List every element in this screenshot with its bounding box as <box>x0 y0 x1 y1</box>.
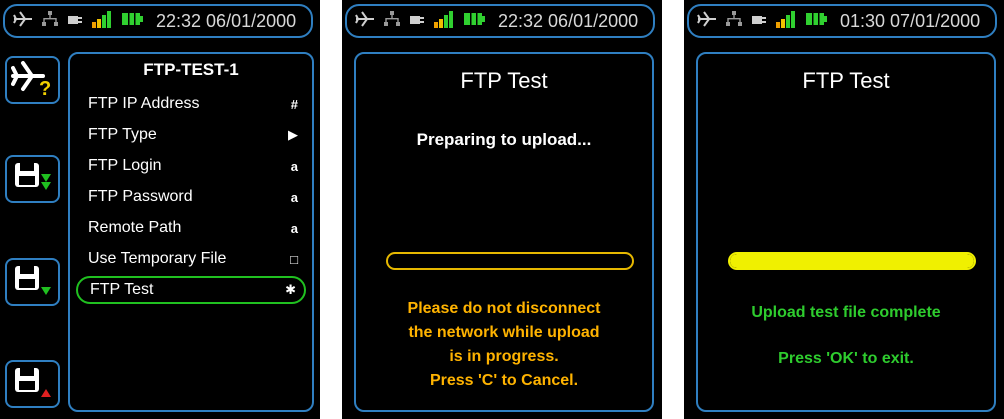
menu-item-ftp-password[interactable]: FTP Password a <box>76 183 306 211</box>
menu-item-label: FTP Type <box>88 126 157 143</box>
cancel-instruction: Press 'C' to Cancel. <box>429 372 579 389</box>
text-entry-icon: a <box>290 220 298 236</box>
plug-icon <box>751 12 767 31</box>
battery-icon <box>463 12 485 31</box>
status-bar: 22:32 06/01/2000 <box>3 4 313 38</box>
menu-item-remote-path[interactable]: Remote Path a <box>76 214 306 242</box>
status-message: Preparing to upload... <box>416 130 592 149</box>
status-bar: 22:32 06/01/2000 <box>345 4 655 38</box>
gear-icon: ✱ <box>285 282 296 297</box>
menu-title: FTP-TEST-1 <box>143 60 239 79</box>
airplane-icon <box>355 10 375 33</box>
load-button[interactable] <box>5 155 60 203</box>
signal-bars-icon <box>776 10 796 33</box>
ftp-settings-menu: FTP-TEST-1 FTP IP Address # FTP Type ▶ F… <box>68 52 314 412</box>
menu-item-ftp-type[interactable]: FTP Type ▶ <box>76 121 306 149</box>
menu-item-label: FTP IP Address <box>88 95 200 112</box>
page-title: FTP Test <box>460 68 548 93</box>
battery-icon <box>121 12 143 31</box>
plug-icon <box>409 12 425 31</box>
battery-icon <box>805 12 827 31</box>
warning-line-2: the network while upload <box>408 324 600 341</box>
save-download-icon <box>11 158 55 201</box>
network-icon <box>384 10 400 32</box>
ftp-test-panel: FTP Test Preparing to upload... Please d… <box>354 52 654 412</box>
menu-item-label: Remote Path <box>88 219 182 236</box>
upload-progress-bar <box>386 252 634 270</box>
progress-fill <box>730 254 974 268</box>
status-bar: 01:30 07/01/2000 <box>687 4 997 38</box>
delete-button[interactable] <box>5 360 60 408</box>
signal-bars-icon <box>434 10 454 33</box>
hash-icon: # <box>290 96 298 112</box>
menu-item-label: FTP Login <box>88 157 162 174</box>
clock-time: 22:32 06/01/2000 <box>156 10 297 31</box>
plug-icon <box>67 12 83 31</box>
text-entry-icon: a <box>290 158 298 174</box>
signal-bars-icon <box>92 10 112 33</box>
svg-text:?: ? <box>39 78 51 97</box>
menu-item-ftp-login[interactable]: FTP Login a <box>76 152 306 180</box>
save-upload-icon <box>11 363 55 406</box>
arrow-right-icon: ▶ <box>288 127 298 142</box>
clock-time: 01:30 07/01/2000 <box>840 10 981 31</box>
menu-item-ftp-ip-address[interactable]: FTP IP Address # <box>76 90 306 118</box>
warning-line-1: Please do not disconnect <box>407 300 601 317</box>
menu-item-label: FTP Password <box>88 188 193 205</box>
help-button[interactable]: ? <box>5 56 60 104</box>
airplane-help-icon: ? <box>10 59 55 102</box>
save-button[interactable] <box>5 258 60 306</box>
complete-message: Upload test file complete <box>751 304 941 321</box>
upload-progress-bar <box>728 252 976 270</box>
clock-time: 22:32 06/01/2000 <box>498 10 639 31</box>
menu-item-label: FTP Test <box>90 281 154 298</box>
ftp-test-uploading-screen: 22:32 06/01/2000 FTP Test Preparing to u… <box>342 0 662 419</box>
page-title: FTP Test <box>802 68 890 93</box>
airplane-icon <box>697 10 717 33</box>
ftp-test-panel: FTP Test Upload test file complete Press… <box>696 52 996 412</box>
save-download-single-icon <box>11 261 55 304</box>
ftp-test-complete-screen: 01:30 07/01/2000 FTP Test Upload test fi… <box>684 0 1004 419</box>
network-icon <box>726 10 742 32</box>
exit-instruction: Press 'OK' to exit. <box>778 350 914 367</box>
menu-item-ftp-test[interactable]: FTP Test ✱ <box>76 276 306 304</box>
checkbox-icon[interactable]: □ <box>290 252 298 267</box>
text-entry-icon: a <box>290 189 298 205</box>
menu-item-use-temporary-file[interactable]: Use Temporary File □ <box>76 245 306 273</box>
ftp-settings-screen: 22:32 06/01/2000 ? FTP-TEST-1 FTP IP Add… <box>0 0 320 419</box>
warning-line-3: is in progress. <box>449 348 559 365</box>
menu-item-label: Use Temporary File <box>88 250 227 267</box>
airplane-icon <box>13 10 33 33</box>
network-icon <box>42 10 58 32</box>
